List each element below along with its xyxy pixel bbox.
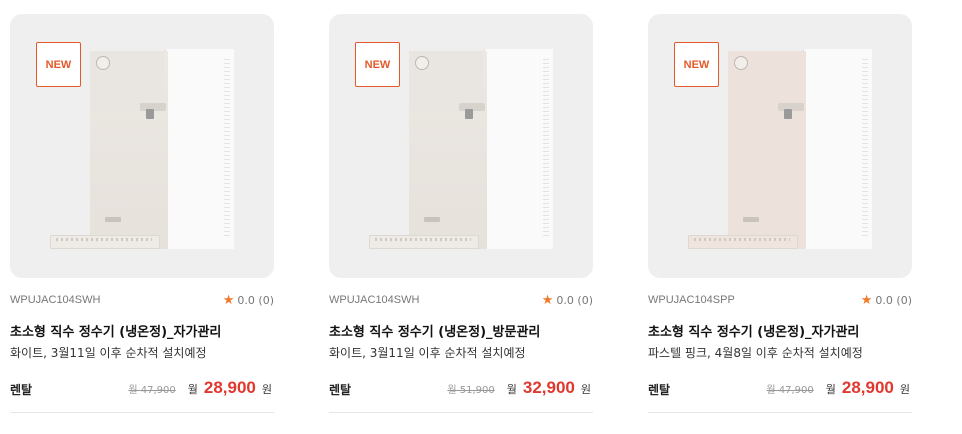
water-purifier-illustration: [369, 43, 559, 251]
divider: [329, 412, 593, 413]
product-image[interactable]: NEW: [329, 14, 593, 278]
sale-price: 32,900: [522, 378, 575, 397]
sale-price: 28,900: [203, 378, 256, 397]
water-purifier-illustration: [688, 43, 878, 251]
product-title[interactable]: 초소형 직수 정수기 (냉온정)_자가관리: [648, 324, 912, 342]
purchase-type: 렌탈: [10, 383, 33, 397]
rating: ★ 0.0 (0): [542, 294, 593, 307]
model-code: WPUJAC104SWH: [329, 294, 420, 306]
price-unit: 원: [899, 383, 910, 396]
star-icon: ★: [860, 293, 873, 308]
price-unit: 원: [261, 383, 272, 396]
water-purifier-illustration: [50, 43, 240, 251]
star-icon: ★: [222, 293, 235, 308]
sale-price: 28,900: [841, 378, 894, 397]
product-image[interactable]: NEW: [648, 14, 912, 278]
product-subtitle: 화이트, 3월11일 이후 순차적 설치예정: [329, 346, 526, 360]
divider: [10, 412, 274, 413]
product-image[interactable]: NEW: [10, 14, 274, 278]
product-subtitle: 파스텔 핑크, 4월8일 이후 순차적 설치예정: [648, 346, 863, 360]
original-price: 월 47,900: [766, 385, 814, 396]
rating: ★ 0.0 (0): [861, 294, 912, 307]
product-card[interactable]: NEW WPUJAC104SWH ★ 0.0 (0) 초소형 직수 정수기 (냉…: [10, 14, 274, 413]
rating-value: 0.0 (0): [237, 294, 274, 307]
original-price: 월 47,900: [128, 385, 176, 396]
product-card[interactable]: NEW WPUJAC104SPP ★ 0.0 (0) 초소형 직수 정수기 (냉…: [648, 14, 912, 413]
price-unit: 원: [580, 383, 591, 396]
purchase-type: 렌탈: [648, 383, 671, 397]
price-prefix: 월: [187, 383, 198, 396]
product-card[interactable]: NEW WPUJAC104SWH ★ 0.0 (0) 초소형 직수 정수기 (냉…: [329, 14, 593, 413]
rating-value: 0.0 (0): [875, 294, 912, 307]
product-title[interactable]: 초소형 직수 정수기 (냉온정)_자가관리: [10, 324, 274, 342]
product-title[interactable]: 초소형 직수 정수기 (냉온정)_방문관리: [329, 324, 593, 342]
rating: ★ 0.0 (0): [223, 294, 274, 307]
original-price: 월 51,900: [447, 385, 495, 396]
price-prefix: 월: [825, 383, 836, 396]
star-icon: ★: [541, 293, 554, 308]
product-subtitle: 화이트, 3월11일 이후 순차적 설치예정: [10, 346, 207, 360]
product-grid: NEW WPUJAC104SWH ★ 0.0 (0) 초소형 직수 정수기 (냉…: [0, 0, 962, 434]
divider: [648, 412, 912, 413]
model-code: WPUJAC104SPP: [648, 294, 735, 306]
purchase-type: 렌탈: [329, 383, 352, 397]
model-code: WPUJAC104SWH: [10, 294, 101, 306]
rating-value: 0.0 (0): [556, 294, 593, 307]
price-prefix: 월: [506, 383, 517, 396]
